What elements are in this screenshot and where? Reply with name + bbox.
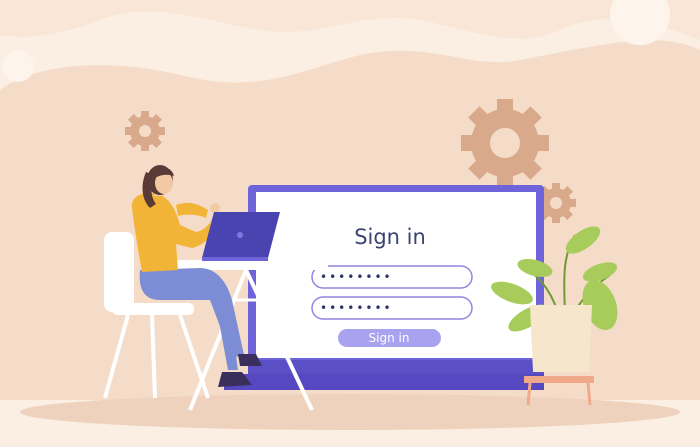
plant-pot bbox=[530, 305, 592, 372]
plant-stand bbox=[524, 376, 594, 383]
password-value: •••••••• bbox=[320, 301, 393, 315]
gear-icon bbox=[461, 99, 549, 187]
username-value: •••••••• bbox=[320, 270, 393, 284]
laptop-logo bbox=[237, 232, 243, 238]
laptop bbox=[202, 212, 280, 261]
signin-button-label: Sign in bbox=[369, 331, 410, 345]
gear-icon bbox=[125, 111, 165, 151]
signin-title: Sign in bbox=[354, 225, 426, 249]
decor-circle bbox=[2, 50, 34, 82]
illustration-scene: Sign in •••••••• •••••••• Sign in bbox=[0, 0, 700, 430]
floor-shadow bbox=[20, 394, 680, 430]
background-swirl bbox=[0, 0, 700, 40]
monitor-base bbox=[224, 374, 544, 390]
decor-circle bbox=[610, 0, 670, 45]
